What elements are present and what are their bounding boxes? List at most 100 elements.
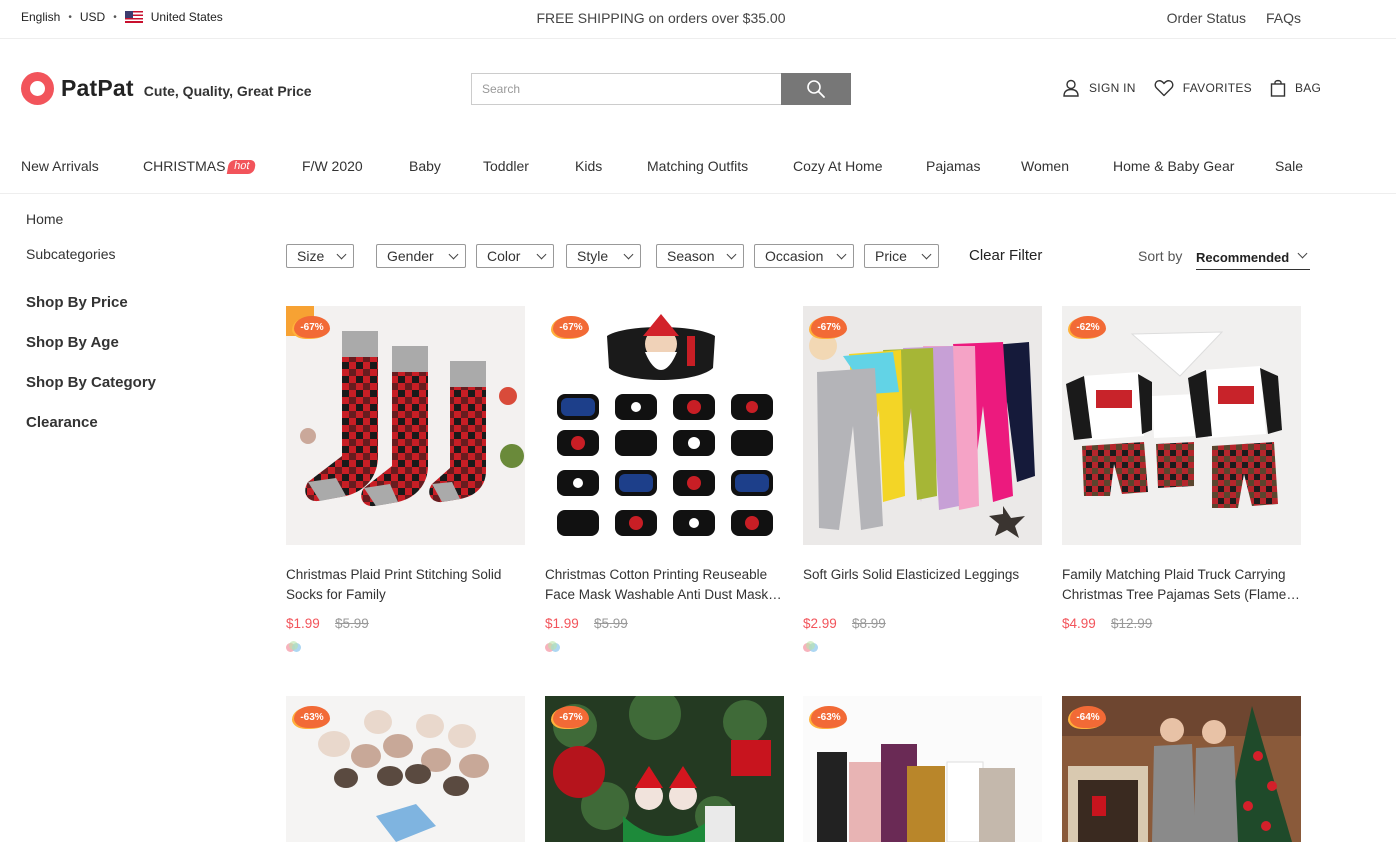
product-price: $1.99: [545, 616, 579, 631]
heart-icon: [1154, 80, 1174, 97]
nav-item-toddler[interactable]: Toddler: [483, 158, 529, 174]
chevron-down-icon: [623, 249, 634, 259]
product-title-text: Christmas Cotton Printing Reuseable Face…: [545, 567, 769, 602]
face-masks-image: [545, 306, 784, 545]
filter-label: Occasion: [765, 248, 824, 264]
product-image[interactable]: -67%: [545, 306, 784, 545]
sort-value: Recommended: [1196, 250, 1290, 265]
color-swatch-icon[interactable]: [286, 641, 302, 653]
nav-item-pajamas[interactable]: Pajamas: [926, 158, 980, 174]
chevron-down-icon: [726, 249, 737, 259]
favorites-label: FAVORITES: [1182, 81, 1252, 95]
filter-gender[interactable]: Gender: [376, 244, 466, 268]
order-status-link[interactable]: Order Status: [1167, 10, 1246, 26]
product-image[interactable]: -63%: [286, 696, 525, 842]
nav-item-cozy-at-home[interactable]: Cozy At Home: [793, 158, 882, 174]
search-button[interactable]: [781, 73, 851, 105]
product-title[interactable]: Family Matching Plaid Truck Carrying Chr…: [1062, 565, 1301, 605]
filter-label: Season: [667, 248, 715, 264]
clear-filter-button[interactable]: Clear Filter: [969, 247, 1042, 264]
sign-in-button[interactable]: SIGN IN: [1062, 79, 1136, 97]
filter-label: Color: [487, 248, 521, 264]
faqs-link[interactable]: FAQs: [1266, 10, 1301, 26]
search-input[interactable]: [471, 73, 781, 105]
shop-by-age-link[interactable]: Shop By Age: [26, 334, 119, 351]
product-original-price: $5.99: [594, 616, 628, 631]
nav-item-label: CHRISTMAS: [143, 158, 226, 174]
shipping-notice: FREE SHIPPING on orders over $35.00: [536, 10, 786, 26]
discount-badge: -67%: [553, 706, 589, 728]
search-bar: [471, 73, 851, 105]
filter-color[interactable]: Color: [476, 244, 554, 268]
discount-badge: -67%: [811, 316, 847, 338]
product-image[interactable]: -67%: [286, 306, 525, 545]
brand-logo[interactable]: PatPat Cute, Quality, Great Price: [21, 72, 312, 105]
chevron-down-icon: [1297, 248, 1308, 259]
filter-price[interactable]: Price: [864, 244, 939, 268]
filter-bar: Size Gender Color Style Season Occasion …: [286, 244, 1316, 270]
chevron-down-icon: [536, 249, 547, 259]
clearance-link[interactable]: Clearance: [26, 414, 98, 431]
nav-item-women[interactable]: Women: [1021, 158, 1069, 174]
product-price: $2.99: [803, 616, 837, 631]
subcategories-link[interactable]: Subcategories: [26, 246, 116, 262]
sign-in-label: SIGN IN: [1089, 81, 1136, 95]
product-title[interactable]: Christmas Plaid Print Stitching Solid So…: [286, 565, 525, 605]
hot-badge: hot: [227, 160, 257, 174]
shop-by-price-link[interactable]: Shop By Price: [26, 294, 128, 311]
sort-label: Sort by: [1138, 248, 1183, 264]
main-nav: New Arrivals CHRISTMAS hot F/W 2020 Baby …: [0, 158, 1396, 194]
product-title[interactable]: Christmas Cotton Printing Reuseable Face…: [545, 565, 784, 605]
discount-badge: -67%: [294, 316, 330, 338]
shop-by-category-link[interactable]: Shop By Category: [26, 374, 156, 391]
color-swatch-icon[interactable]: [803, 641, 819, 653]
nav-item-sale[interactable]: Sale: [1275, 158, 1303, 174]
nav-item-new-arrivals[interactable]: New Arrivals: [21, 158, 99, 174]
product-title-text: Soft Girls Solid Elasticized Leggings: [803, 567, 1020, 582]
product-title-text: Family Matching Plaid Truck Carrying Chr…: [1062, 567, 1287, 602]
color-swatch-icon[interactable]: [545, 641, 561, 653]
filter-occasion[interactable]: Occasion: [754, 244, 854, 268]
product-original-price: $12.99: [1111, 616, 1153, 631]
plaid-socks-image: [286, 306, 525, 545]
favorites-button[interactable]: FAVORITES: [1154, 79, 1252, 97]
nav-item-kids[interactable]: Kids: [575, 158, 602, 174]
nav-item-christmas[interactable]: CHRISTMAS hot: [143, 158, 257, 174]
nav-item-fw-2020[interactable]: F/W 2020: [302, 158, 363, 174]
product-image[interactable]: -67%: [545, 696, 784, 842]
chevron-down-icon: [448, 249, 459, 259]
bag-label: BAG: [1294, 81, 1322, 95]
filter-label: Style: [577, 248, 609, 264]
user-icon: [1063, 79, 1079, 97]
search-icon: [807, 80, 825, 98]
product-price: $1.99: [286, 616, 320, 631]
shopping-bag-icon: [1270, 79, 1286, 97]
chevron-down-icon: [836, 249, 847, 259]
nav-item-baby[interactable]: Baby: [409, 158, 441, 174]
nav-item-matching-outfits[interactable]: Matching Outfits: [647, 158, 748, 174]
top-bar: English • USD • United States FREE SHIPP…: [0, 0, 1396, 39]
discount-badge: -62%: [1070, 316, 1106, 338]
discount-badge: -64%: [1070, 706, 1106, 728]
brand-tagline: Cute, Quality, Great Price: [143, 82, 312, 99]
product-image[interactable]: -62%: [1062, 306, 1301, 545]
filter-label: Gender: [387, 248, 434, 264]
chevron-down-icon: [921, 249, 932, 259]
breadcrumb-home[interactable]: Home: [26, 211, 63, 227]
leggings-image: [803, 306, 1042, 545]
bag-button[interactable]: BAG: [1270, 79, 1321, 97]
filter-style[interactable]: Style: [566, 244, 641, 268]
filter-season[interactable]: Season: [656, 244, 744, 268]
product-title[interactable]: Soft Girls Solid Elasticized Leggings: [803, 565, 1042, 605]
product-image[interactable]: -67%: [803, 306, 1042, 545]
discount-badge: -67%: [553, 316, 589, 338]
filter-size[interactable]: Size: [286, 244, 354, 268]
sort-select[interactable]: Recommended: [1196, 246, 1310, 270]
filter-label: Size: [297, 248, 325, 264]
nav-item-home-baby-gear[interactable]: Home & Baby Gear: [1113, 158, 1234, 174]
product-image[interactable]: -63%: [803, 696, 1042, 842]
family-pajamas-image: [1062, 306, 1301, 545]
product-image[interactable]: -64%: [1062, 696, 1301, 842]
discount-badge: -63%: [294, 706, 330, 728]
product-price: $4.99: [1062, 616, 1096, 631]
